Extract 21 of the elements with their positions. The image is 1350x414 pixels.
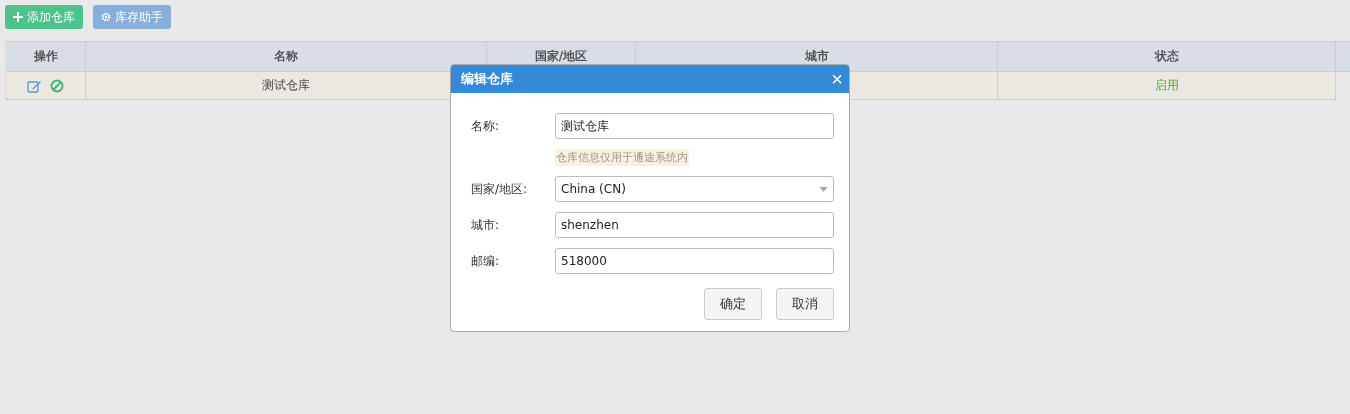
hint-text: 仓库信息仅用于通途系统内: [555, 149, 689, 166]
disable-icon[interactable]: [50, 78, 64, 93]
caret-icon: [819, 186, 828, 192]
field-label: 邮编:: [471, 252, 501, 270]
field-label: 名称:: [471, 117, 501, 135]
country-select[interactable]: China (CN): [555, 176, 834, 202]
status-text: 启用: [998, 72, 1336, 99]
plus-icon: [13, 12, 23, 22]
edit-icon[interactable]: [27, 78, 41, 93]
input-field[interactable]: shenzhen: [555, 212, 834, 238]
field-label: 城市:: [471, 216, 501, 234]
column-header: 状态: [998, 42, 1336, 71]
gear-icon: [101, 12, 111, 22]
dialog-button[interactable]: 取消: [776, 288, 834, 320]
close-button[interactable]: ×: [829, 69, 845, 89]
dialog-button[interactable]: 确定: [704, 288, 762, 320]
dialog-title: 编辑仓库: [461, 70, 513, 88]
input-field[interactable]: 测试仓库: [555, 113, 834, 139]
field-label: 国家/地区:: [471, 180, 529, 198]
input-field[interactable]: 518000: [555, 248, 834, 274]
column-header: 操作: [6, 42, 86, 71]
